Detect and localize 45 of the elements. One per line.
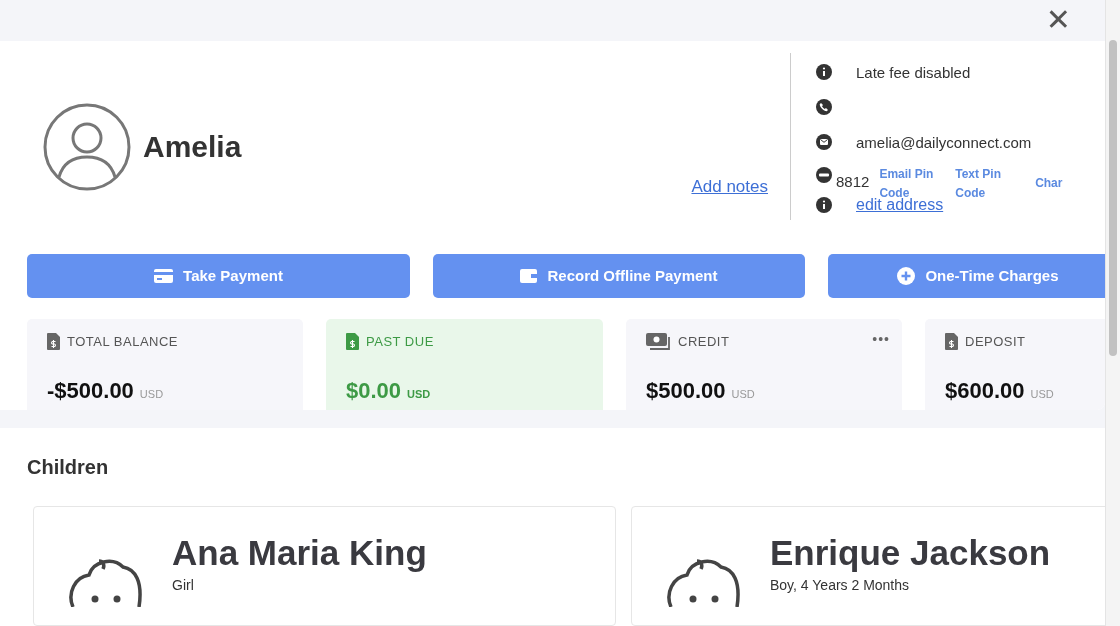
cash-icon bbox=[646, 332, 671, 350]
action-button[interactable]: One-Time Charges bbox=[828, 253, 1105, 298]
balance-amount: $600.00 bbox=[945, 377, 1025, 404]
info-icon bbox=[815, 195, 833, 214]
child-card[interactable]: Ana Maria King Girl bbox=[33, 506, 616, 626]
plus-icon bbox=[897, 266, 916, 285]
add-notes-link[interactable]: Add notes bbox=[691, 176, 768, 197]
balance-label: CREDIT bbox=[678, 333, 730, 349]
action-button[interactable]: Record Offline Payment bbox=[433, 253, 805, 298]
section-title: Children bbox=[27, 456, 110, 479]
invoice-icon bbox=[47, 332, 60, 350]
balance-label: PAST DUE bbox=[366, 333, 434, 349]
scrollbar-thumb[interactable] bbox=[1109, 40, 1117, 356]
more-button[interactable]: ••• bbox=[872, 330, 890, 347]
child-details: Boy, 4 Years 2 Months bbox=[770, 577, 911, 593]
balance-amount: -$500.00 bbox=[47, 377, 134, 404]
currency: USD bbox=[407, 387, 431, 400]
balance-amount: $500.00 bbox=[646, 377, 726, 404]
pin-action-link[interactable]: Char bbox=[1035, 174, 1105, 194]
wallet-icon bbox=[520, 268, 538, 283]
child-name: Enrique Jackson bbox=[770, 533, 1051, 573]
credit-card-icon bbox=[154, 268, 174, 283]
avatar-icon bbox=[43, 103, 131, 192]
parent-name: Amelia bbox=[143, 130, 242, 165]
invoice-icon bbox=[945, 332, 958, 350]
balance-label: DEPOSIT bbox=[965, 333, 1026, 349]
child-name: Ana Maria King bbox=[172, 533, 427, 573]
child-card[interactable]: Enrique Jackson Boy, 4 Years 2 Months bbox=[631, 506, 1105, 626]
phone-icon bbox=[815, 98, 833, 117]
pin-code: 8812 bbox=[836, 173, 870, 191]
info-text: amelia@dailyconnect.com bbox=[856, 133, 1032, 151]
balance-label: TOTAL BALANCE bbox=[67, 333, 178, 349]
action-button[interactable]: Take Payment bbox=[27, 253, 410, 298]
invoice-icon bbox=[346, 332, 359, 350]
currency: USD bbox=[1030, 387, 1054, 400]
balance-amount: $0.00 bbox=[346, 377, 402, 404]
email-icon bbox=[815, 133, 833, 152]
close-button[interactable]: ✕ bbox=[1045, 5, 1071, 36]
info-icon bbox=[815, 63, 833, 82]
child-details: Girl bbox=[172, 577, 195, 593]
currency: USD bbox=[139, 387, 164, 400]
keypad-icon bbox=[815, 165, 833, 184]
currency: USD bbox=[731, 387, 755, 400]
pin-action-link[interactable]: Text Pin Code bbox=[955, 164, 1026, 203]
info-text: Late fee disabled bbox=[856, 63, 971, 81]
